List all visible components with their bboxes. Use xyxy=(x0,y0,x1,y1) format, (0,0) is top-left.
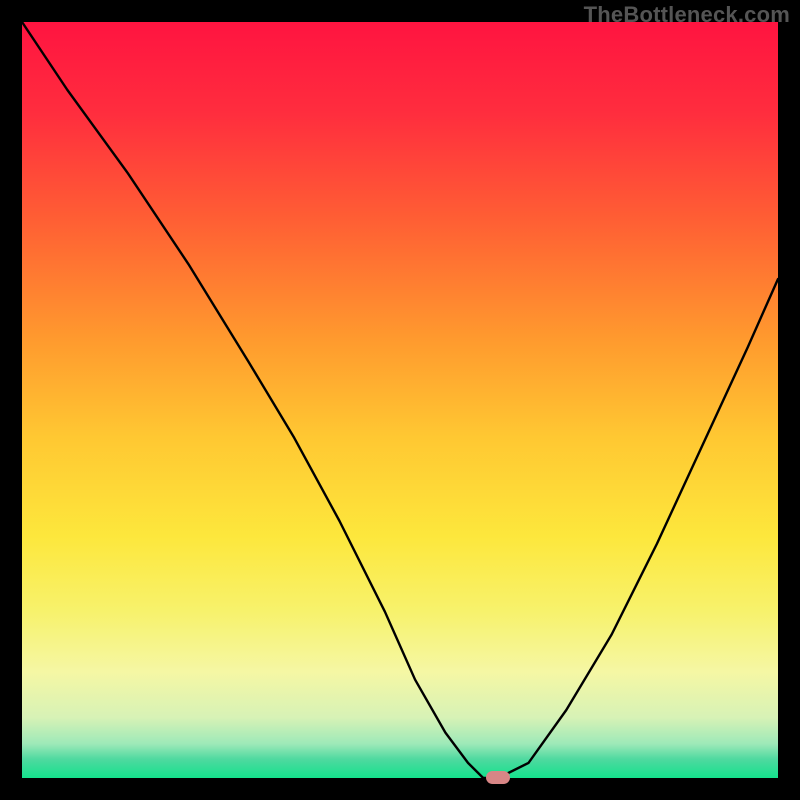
bottleneck-chart xyxy=(22,22,778,778)
plot-area xyxy=(22,22,778,778)
chart-frame: TheBottleneck.com xyxy=(0,0,800,800)
gradient-background xyxy=(22,22,778,778)
watermark-text: TheBottleneck.com xyxy=(584,2,790,28)
optimal-point-marker xyxy=(486,771,510,784)
